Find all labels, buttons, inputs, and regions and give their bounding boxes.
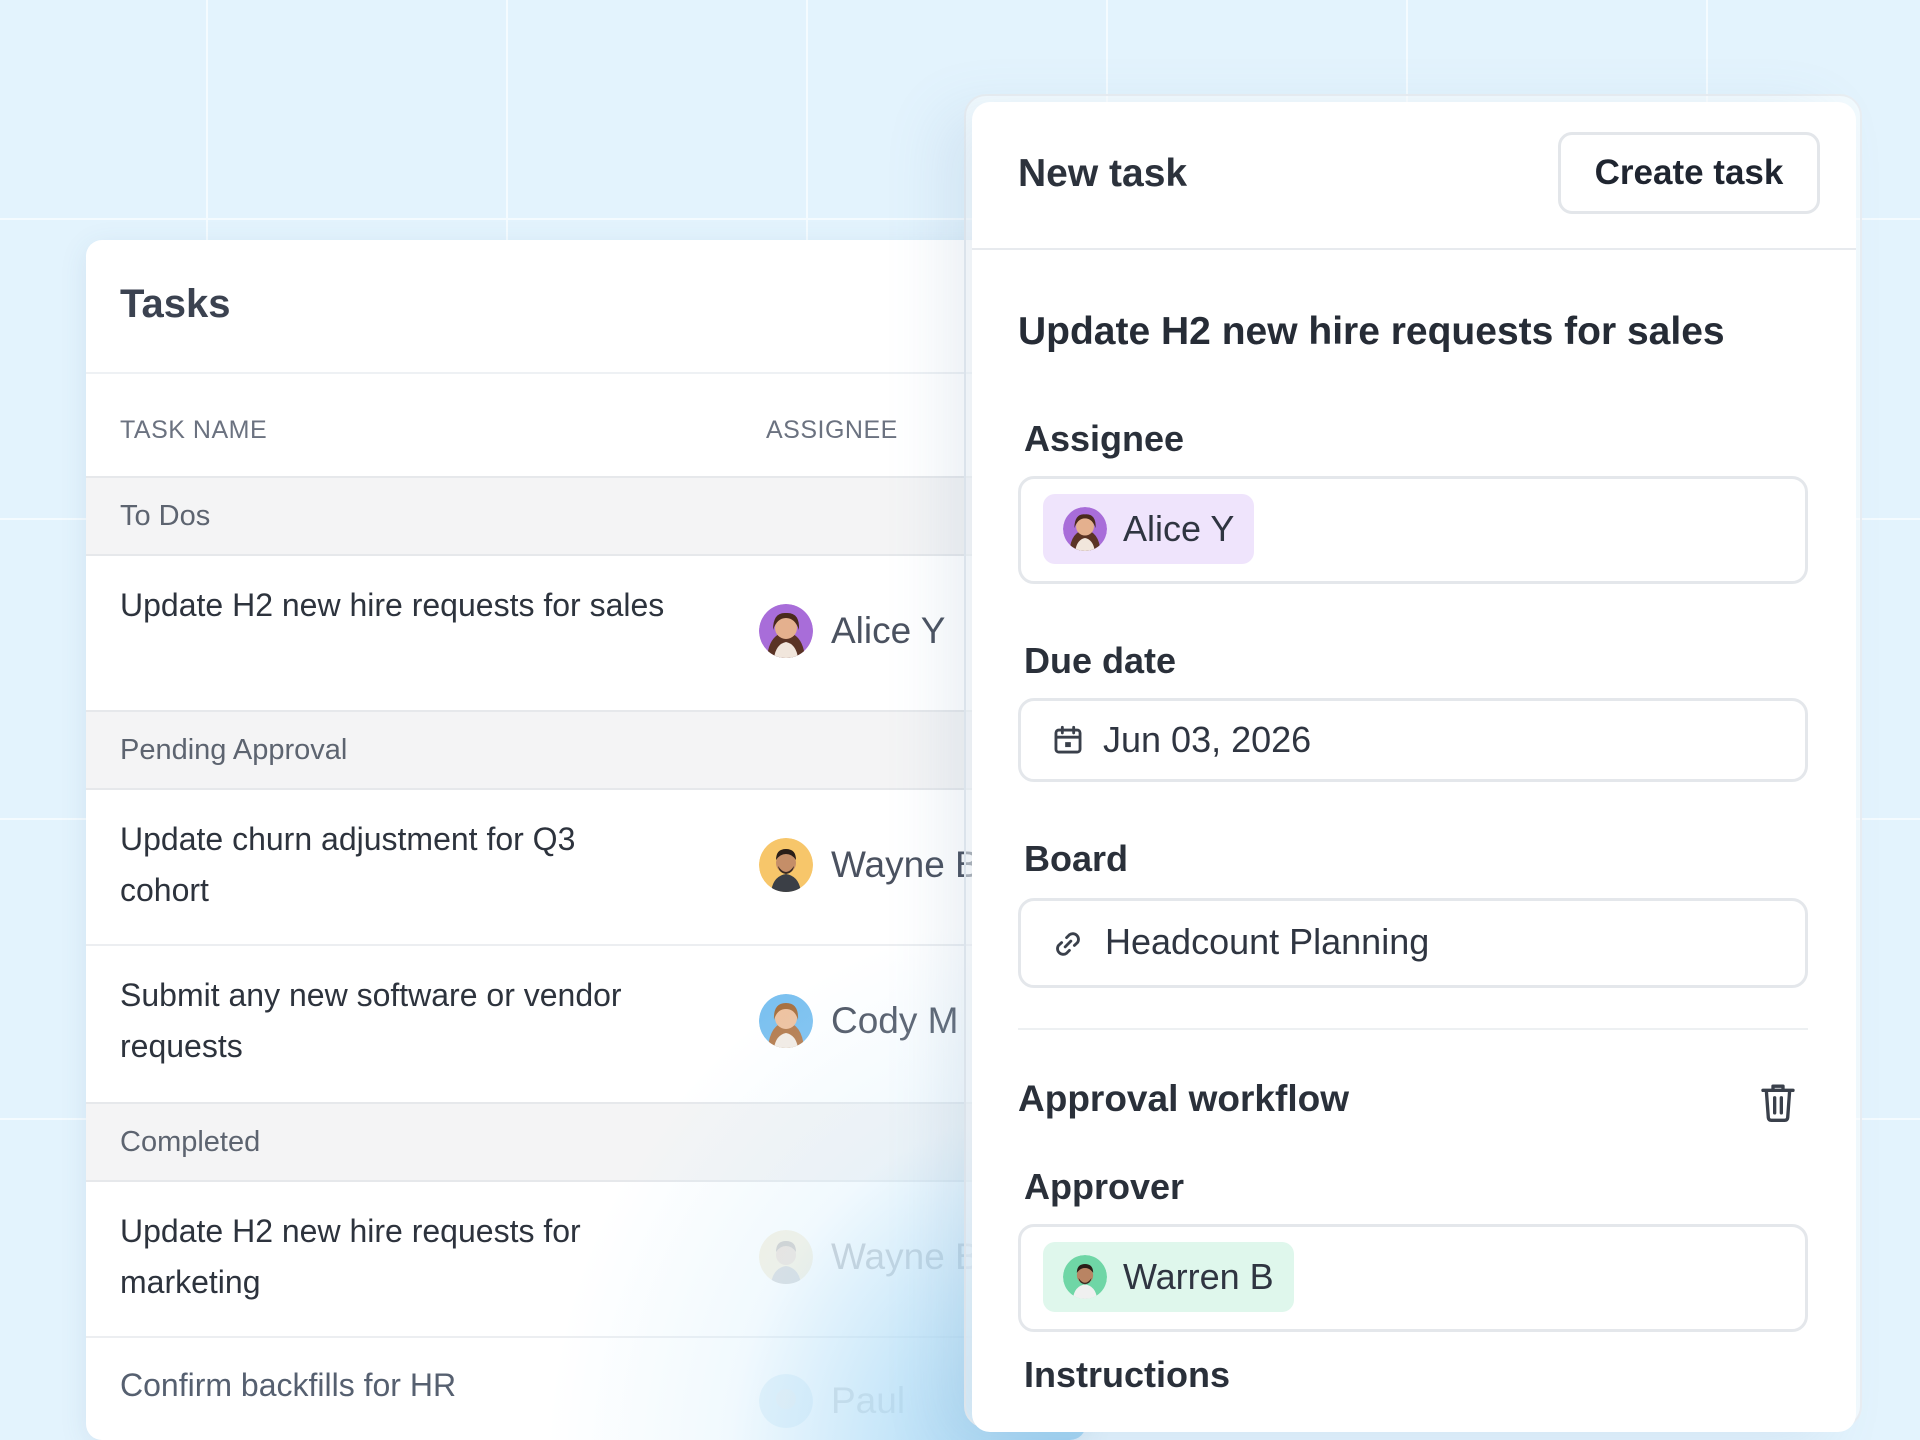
link-icon xyxy=(1056,932,1080,956)
assignee-name: Wayne B xyxy=(831,1236,980,1277)
assignee-label: Assignee xyxy=(1024,418,1185,459)
table-row[interactable]: Confirm backfills for HR Paul xyxy=(86,1338,1086,1440)
tasks-header: Tasks xyxy=(86,240,1086,374)
approver-label: Approver xyxy=(1024,1166,1185,1207)
assignee-name: Wayne B xyxy=(831,844,980,885)
avatar xyxy=(759,994,813,1048)
new-task-title: New task xyxy=(1018,152,1188,195)
approval-workflow-title: Approval workflow xyxy=(1018,1078,1349,1119)
section-label: To Dos xyxy=(120,500,211,532)
avatar xyxy=(1063,1255,1107,1299)
trash-icon[interactable] xyxy=(1758,1080,1798,1124)
board-field[interactable]: Headcount Planning xyxy=(1018,898,1808,988)
section-divider xyxy=(1018,1028,1808,1030)
approver-field[interactable]: Warren B xyxy=(1018,1224,1808,1332)
section-todos[interactable]: To Dos xyxy=(86,476,1086,556)
task-name: Update churn adjustment for Q3 cohort xyxy=(120,821,576,908)
board-value: Headcount Planning xyxy=(1105,921,1430,962)
assignee-name: Cody M xyxy=(831,1000,959,1041)
task-name: Submit any new software or vendor reques… xyxy=(120,977,622,1064)
assignee-cell: Wayne B xyxy=(759,1230,980,1284)
assignee-cell: Paul xyxy=(759,1374,905,1428)
calendar-icon xyxy=(1054,725,1082,754)
avatar xyxy=(759,1374,813,1428)
assignee-name: Alice Y xyxy=(831,610,946,651)
table-row[interactable]: Submit any new software or vendor reques… xyxy=(86,946,1086,1100)
assignee-cell: Wayne B xyxy=(759,838,980,892)
task-name: Confirm backfills for HR xyxy=(120,1367,457,1403)
section-pending-approval[interactable]: Pending Approval xyxy=(86,710,1086,790)
new-task-header: New task Create task xyxy=(972,102,1856,250)
instructions-label: Instructions xyxy=(1024,1354,1231,1395)
avatar xyxy=(759,1230,813,1284)
due-date-value: Jun 03, 2026 xyxy=(1103,719,1312,760)
section-label: Pending Approval xyxy=(120,734,348,766)
column-header-task-name[interactable]: TASK NAME xyxy=(120,416,267,445)
section-completed[interactable]: Completed xyxy=(86,1102,1086,1182)
table-row[interactable]: Update H2 new hire requests for sales Al… xyxy=(86,556,1086,710)
due-date-field[interactable]: Jun 03, 2026 xyxy=(1018,698,1808,782)
assignee-chip[interactable]: Alice Y xyxy=(1043,494,1255,564)
new-task-panel: New task Create task Update H2 new hire … xyxy=(972,102,1856,1432)
avatar xyxy=(759,604,813,658)
board-label: Board xyxy=(1024,838,1129,879)
assignee-cell: Alice Y xyxy=(759,604,946,658)
table-row[interactable]: Update H2 new hire requests for marketin… xyxy=(86,1182,1086,1336)
table-row[interactable]: Update churn adjustment for Q3 cohort Wa… xyxy=(86,790,1086,944)
approver-chip[interactable]: Warren B xyxy=(1043,1242,1294,1312)
assignee-cell: Cody M xyxy=(759,994,958,1048)
assignee-field[interactable]: Alice Y xyxy=(1018,476,1808,584)
task-name: Update H2 new hire requests for marketin… xyxy=(120,1213,581,1300)
approver-chip-name: Warren B xyxy=(1123,1256,1274,1297)
task-name: Update H2 new hire requests for sales xyxy=(120,587,665,623)
due-date-label: Due date xyxy=(1024,640,1177,681)
column-header-assignee[interactable]: ASSIGNEE xyxy=(766,416,898,445)
tasks-title: Tasks xyxy=(120,282,231,326)
create-task-button[interactable]: Create task xyxy=(1558,132,1820,214)
avatar xyxy=(759,838,813,892)
avatar xyxy=(1063,507,1107,551)
tasks-panel: Tasks TASK NAME ASSIGNEE To Dos Update H… xyxy=(86,240,1086,1440)
task-title-input[interactable]: Update H2 new hire requests for sales xyxy=(1018,310,1725,354)
section-label: Completed xyxy=(120,1126,261,1158)
assignee-chip-name: Alice Y xyxy=(1123,508,1235,549)
assignee-name: Paul xyxy=(831,1380,906,1421)
